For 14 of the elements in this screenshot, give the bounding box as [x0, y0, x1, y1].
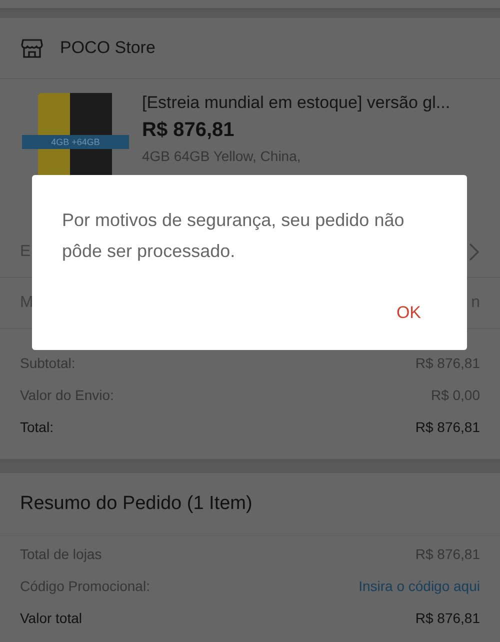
chevron-right-icon[interactable]	[468, 242, 480, 262]
ok-button[interactable]: OK	[396, 299, 421, 327]
total-label: Total:	[20, 419, 54, 435]
store-icon	[20, 36, 44, 60]
total-value: R$ 876,81	[415, 419, 480, 435]
product-title[interactable]: [Estreia mundial em estoque] versão gl...	[142, 93, 450, 113]
summary-label: Valor total	[20, 610, 82, 626]
promo-code-link[interactable]: Insira o código aqui	[358, 578, 480, 594]
product-price: R$ 876,81	[142, 119, 236, 142]
summary-value: R$ 876,81	[415, 610, 480, 626]
store-name[interactable]: POCO Store	[60, 38, 156, 58]
image-badge: 4GB +64GB	[22, 135, 129, 149]
dialog-message: Por motivos de segurança, seu pedido não pôde ser processado.	[62, 209, 406, 263]
summary-title: Resumo do Pedido (1 Item)	[0, 473, 500, 536]
